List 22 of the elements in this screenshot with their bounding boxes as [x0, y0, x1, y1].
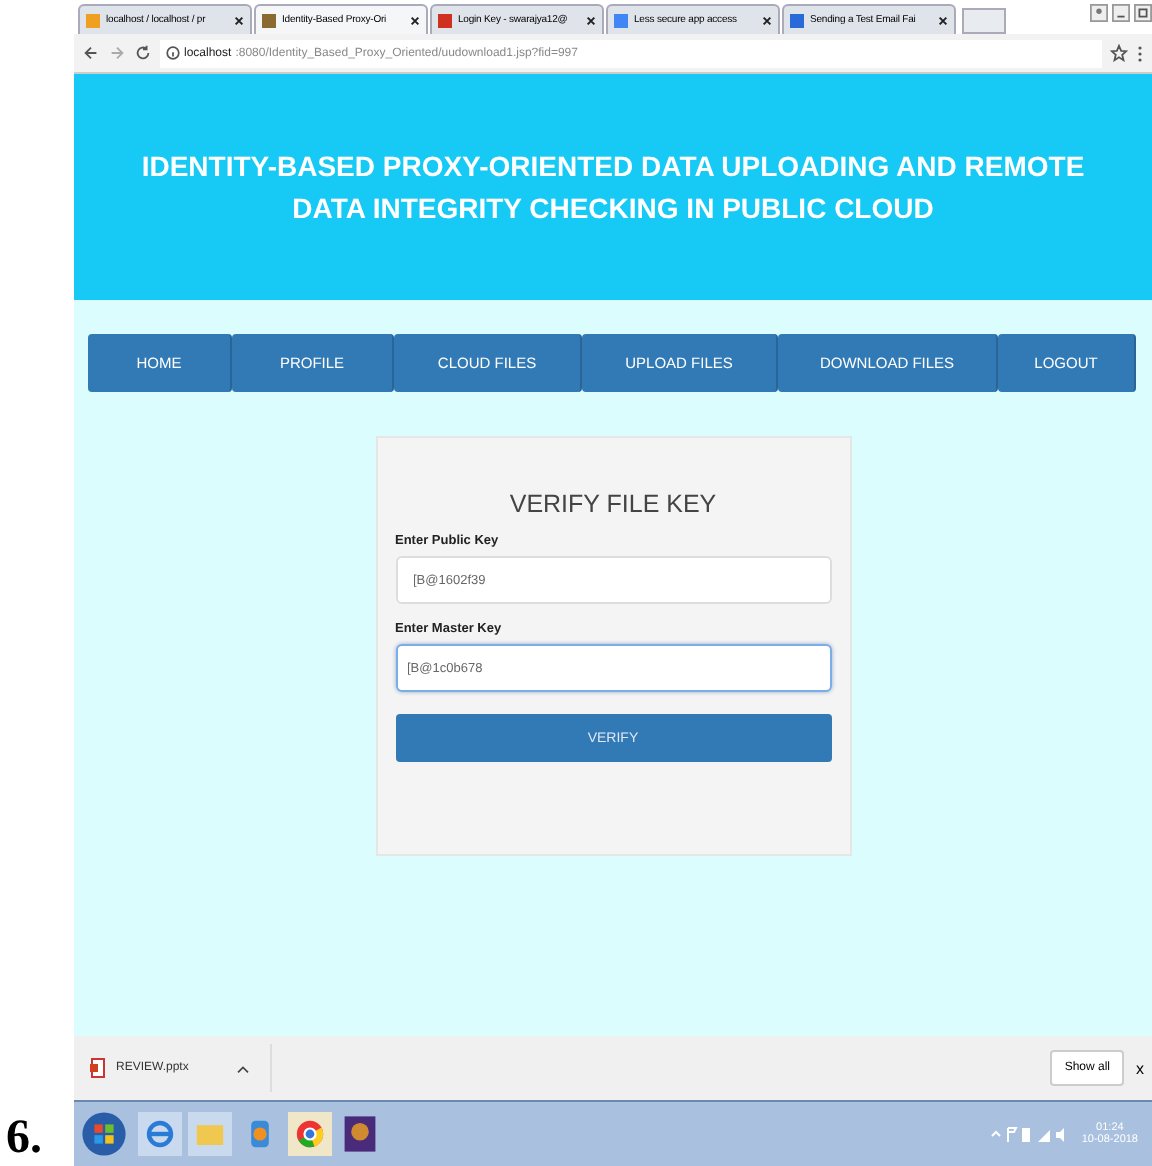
figure-number: 6. [6, 1114, 42, 1162]
star-icon[interactable] [1110, 44, 1128, 62]
back-icon[interactable] [82, 44, 100, 62]
close-icon[interactable] [938, 15, 948, 25]
info-icon[interactable] [166, 46, 180, 60]
user-icon[interactable] [1090, 4, 1108, 22]
close-button[interactable]: x [1136, 1059, 1144, 1077]
document-icon [90, 1058, 106, 1078]
menu-icon[interactable] [1136, 43, 1144, 63]
form-title: VERIFY FILE KEY [507, 490, 719, 518]
caret-icon[interactable] [236, 1063, 250, 1073]
chrome-icon[interactable] [288, 1110, 332, 1158]
close-icon[interactable] [586, 15, 596, 25]
close-icon[interactable] [762, 15, 772, 25]
page-title: IDENTITY-BASED PROXY-ORIENTED DATA UPLOADING AND REMOTE DATA INTEGRITY CHECKING IN PUBLIC CLOUD [139, 148, 1087, 227]
browser-icon[interactable] [138, 1110, 182, 1158]
start-icon[interactable] [80, 1110, 128, 1158]
restore-icon[interactable] [1134, 4, 1152, 22]
close-icon[interactable] [410, 15, 420, 25]
close-icon[interactable] [234, 15, 244, 25]
minimize-icon[interactable] [1112, 4, 1130, 22]
reload-icon[interactable] [134, 44, 152, 62]
